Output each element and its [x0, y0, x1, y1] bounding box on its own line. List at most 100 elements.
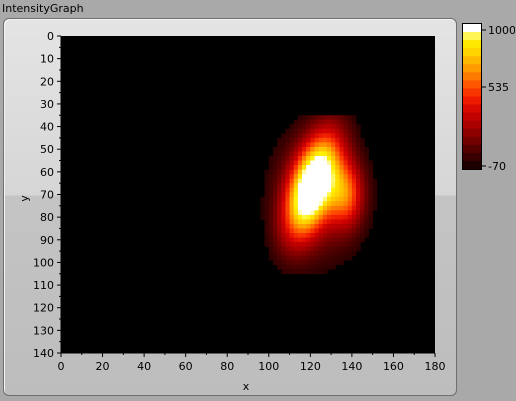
- heatmap-cell: [347, 196, 353, 202]
- heatmap-cell: [351, 119, 357, 125]
- color-ramp-band: [463, 40, 481, 49]
- heatmap-cell: [368, 174, 374, 180]
- heatmap-cell: [326, 210, 332, 216]
- heatmap-cell: [326, 255, 332, 261]
- heatmap-cell: [293, 214, 299, 220]
- heatmap-cell: [326, 160, 332, 166]
- heatmap-cell: [289, 264, 295, 270]
- heatmap-cell: [356, 142, 361, 148]
- heatmap-cell: [322, 269, 328, 275]
- heatmap-cell: [268, 178, 274, 184]
- heatmap-cell: [364, 196, 369, 202]
- heatmap-cell: [322, 214, 328, 220]
- heatmap-cell: [331, 115, 336, 121]
- heatmap-cell: [364, 165, 369, 170]
- heatmap-cell: [306, 156, 311, 161]
- heatmap-cell: [347, 165, 353, 170]
- heatmap-cell: [260, 196, 266, 202]
- heatmap-cell: [293, 128, 299, 134]
- heatmap-cell: [322, 237, 328, 243]
- heatmap-cell: [326, 124, 332, 130]
- heatmap-cell: [343, 151, 349, 157]
- heatmap-cell: [364, 183, 369, 189]
- heatmap-cell: [272, 260, 278, 266]
- heatmap-cell: [293, 264, 299, 270]
- heatmap-cell: [318, 264, 324, 270]
- heatmap-cell: [343, 142, 349, 148]
- heatmap-cell: [322, 260, 328, 266]
- heatmap-cell: [339, 165, 344, 170]
- heatmap-cell: [364, 151, 369, 157]
- heatmap-cell: [289, 255, 295, 261]
- heatmap-cell: [335, 219, 340, 225]
- heatmap-cell: [351, 174, 357, 180]
- heatmap-cell: [351, 165, 357, 170]
- heatmap-cell: [285, 142, 290, 148]
- heatmap-cell: [272, 201, 278, 207]
- heatmap-cell: [351, 223, 357, 229]
- heatmap-cell: [326, 260, 332, 266]
- heatmap-cell: [310, 246, 315, 252]
- heatmap-cell: [302, 128, 307, 134]
- heatmap-cell: [306, 119, 311, 125]
- heatmap-cell: [314, 142, 320, 148]
- heatmap-cell: [281, 169, 286, 175]
- heatmap-cell: [281, 210, 286, 216]
- heatmap-cell: [343, 214, 349, 220]
- heatmap-cell: [285, 183, 290, 189]
- heatmap-cell: [306, 260, 311, 266]
- heatmap-cell: [310, 178, 315, 184]
- color-scale[interactable]: 1000 535 -70: [459, 18, 515, 178]
- heatmap-cell: [318, 165, 324, 170]
- x-tick-label: 180: [425, 360, 446, 373]
- heatmap-cell: [272, 169, 278, 175]
- heatmap-cell: [289, 160, 295, 166]
- heatmap-cell: [343, 124, 349, 130]
- heatmap-cell: [335, 178, 340, 184]
- heatmap-cell: [310, 124, 315, 130]
- heatmap-cell: [356, 178, 361, 184]
- heatmap-cell: [289, 232, 295, 238]
- heatmap-cell: [289, 174, 295, 180]
- heatmap-cell: [343, 219, 349, 225]
- heatmap-cell: [277, 196, 282, 202]
- heatmap-cell: [326, 115, 332, 121]
- heatmap-cell: [264, 205, 270, 211]
- heatmap-cell: [314, 205, 320, 211]
- heatmap-cell: [281, 192, 286, 198]
- heatmap-cell: [310, 169, 315, 175]
- heatmap-cell: [268, 228, 274, 234]
- heatmap-cell: [339, 219, 344, 225]
- heatmap-cell: [347, 192, 353, 198]
- heatmap-cell: [268, 183, 274, 189]
- heatmap-cell: [331, 165, 336, 170]
- heatmap-cell: [331, 156, 336, 161]
- heatmap-cell: [368, 192, 374, 198]
- heatmap-cell: [281, 146, 286, 152]
- heatmap-cell: [285, 133, 290, 139]
- heatmap-cell: [331, 133, 336, 139]
- heatmap-cell: [360, 183, 365, 189]
- heatmap-cell: [297, 124, 303, 130]
- heatmap-cell: [339, 255, 344, 261]
- heatmap-cell: [326, 251, 332, 257]
- heatmap-cell: [322, 192, 328, 198]
- heatmap-cell: [297, 137, 303, 143]
- heatmap-cell: [356, 137, 361, 143]
- heatmap-cell: [289, 223, 295, 229]
- heatmap-cell: [331, 196, 336, 202]
- heatmap-cell: [360, 151, 365, 157]
- heatmap-cell: [356, 192, 361, 198]
- heatmap-cell: [302, 160, 307, 166]
- heatmap-cell: [364, 219, 369, 225]
- intensity-graph[interactable]: 0 10 20 30 40 50 60 70 80 90 100 110 120 130 140 0 20 40 6…: [0, 0, 516, 401]
- heatmap-cell: [268, 205, 274, 211]
- y-tick-label: 10: [40, 53, 54, 66]
- heatmap-cell: [347, 205, 353, 211]
- heatmap-cell: [272, 146, 278, 152]
- heatmap-cell: [335, 128, 340, 134]
- heatmap-cell: [322, 160, 328, 166]
- heatmap-cell: [277, 228, 282, 234]
- heatmap-cell: [351, 219, 357, 225]
- heatmap-cell: [318, 251, 324, 257]
